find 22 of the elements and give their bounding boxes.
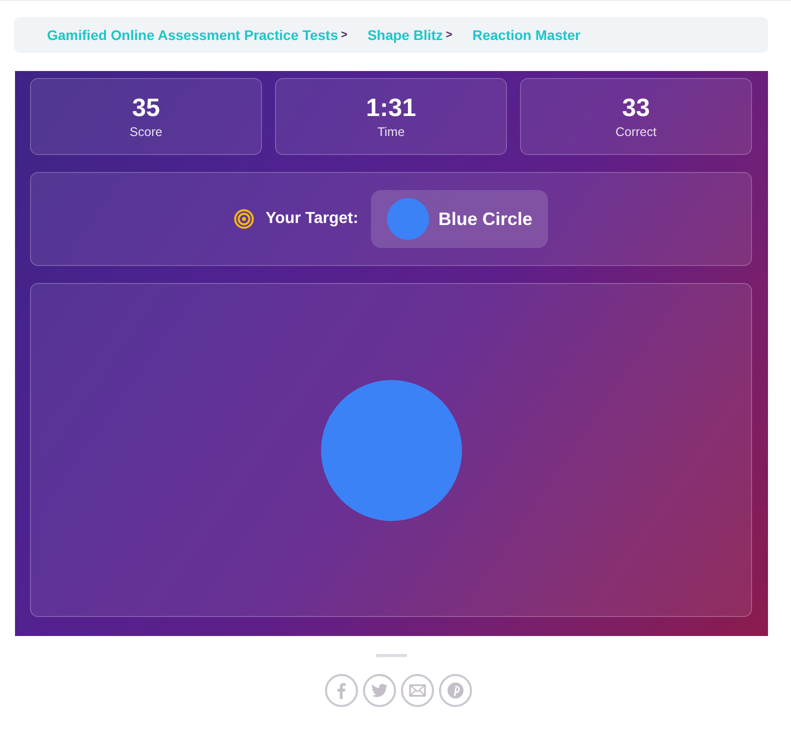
stat-label: Correct (616, 124, 656, 140)
breadcrumb-link[interactable]: Gamified Online Assessment Practice Tests (47, 27, 338, 43)
twitter-share-button[interactable] (362, 674, 396, 707)
stat-value: 35 (132, 94, 160, 122)
breadcrumb-separator: > (341, 29, 348, 41)
bird-icon (370, 682, 388, 699)
target-icon (234, 209, 254, 229)
facebook-share-button[interactable] (324, 674, 358, 707)
breadcrumb-link[interactable]: Shape Blitz (367, 27, 443, 43)
circle-swatch-icon (387, 198, 430, 240)
email-share-button[interactable] (400, 674, 434, 707)
stat-value: 33 (622, 94, 650, 122)
target-label: Your Target: (266, 210, 358, 228)
stat-label: Time (377, 124, 405, 140)
stat-label: Score (130, 124, 162, 140)
target-shape-name: Blue Circle (438, 208, 532, 230)
pin-icon (446, 682, 464, 699)
stat-value: 1:31 (366, 94, 416, 122)
pinterest-share-button[interactable] (438, 674, 472, 707)
breadcrumb-link[interactable]: Reaction Master (472, 27, 581, 43)
breadcrumb-separator: > (446, 29, 452, 41)
envelope-icon (408, 682, 426, 699)
